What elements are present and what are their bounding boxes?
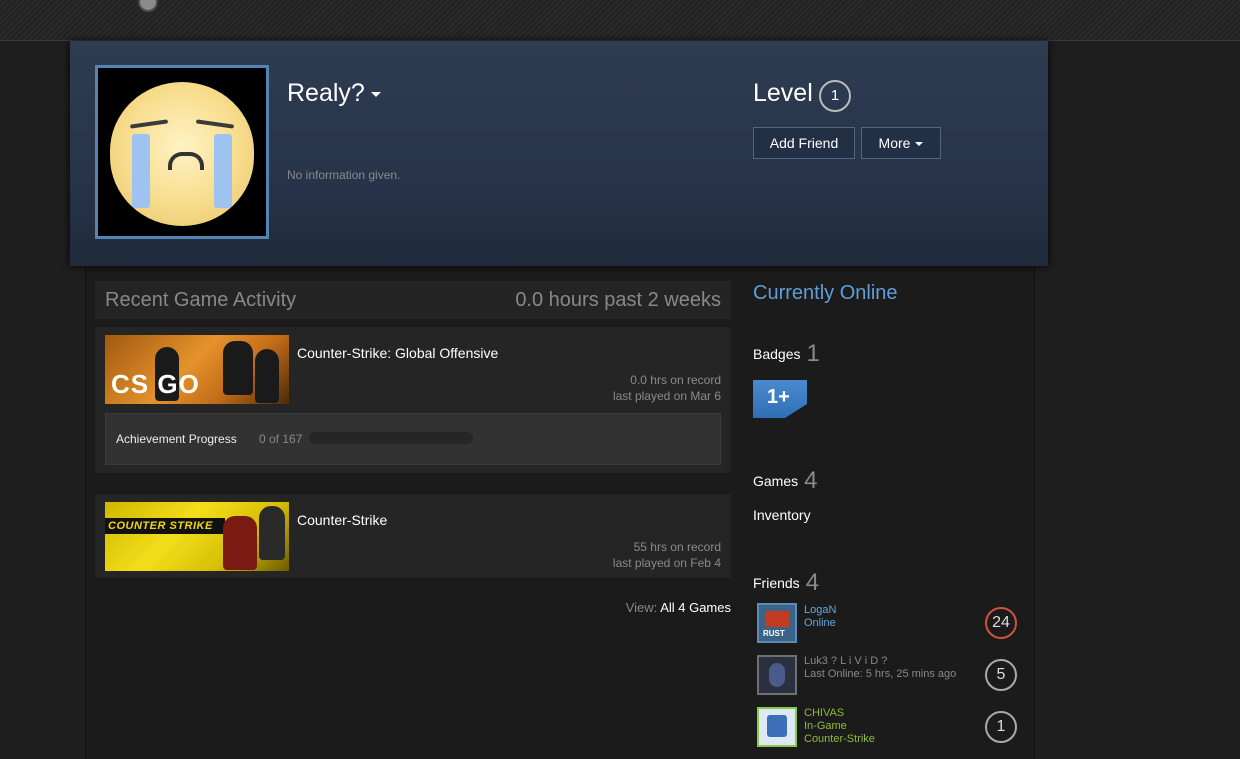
persona-name[interactable]: Realy?	[287, 79, 381, 108]
profile-summary: No information given.	[287, 168, 401, 182]
game-card-csgo: CS GO Counter-Strike: Global Offensive 0…	[95, 327, 731, 473]
badges-label: Badges	[753, 346, 801, 362]
friend-avatar[interactable]	[757, 707, 797, 747]
friend-avatar[interactable]	[757, 655, 797, 695]
friend-status: In-Game	[804, 720, 847, 732]
recent-activity-title: Recent Game Activity	[105, 289, 297, 311]
game-capsule-counter-strike[interactable]: COUNTER STRIKE	[105, 502, 289, 571]
top-bar	[0, 0, 1240, 41]
friend-name: LogaN	[804, 604, 837, 616]
game-capsule-csgo[interactable]: CS GO	[105, 335, 289, 404]
add-friend-button[interactable]: Add Friend	[753, 127, 855, 159]
badges-section[interactable]: Badges 1	[753, 340, 820, 368]
game-card-counter-strike: COUNTER STRIKE Counter-Strike 55 hrs on …	[95, 494, 731, 578]
last-played: last played on Mar 6	[612, 389, 721, 403]
inventory-link[interactable]: Inventory	[753, 507, 811, 523]
game-name[interactable]: Counter-Strike	[297, 512, 387, 528]
background-right	[1033, 41, 1240, 759]
all-games-link[interactable]: All 4 Games	[660, 600, 731, 615]
badge-icon[interactable]: 1+	[753, 380, 807, 418]
view-all-games: View: All 4 Games	[626, 600, 731, 615]
online-status: Currently Online	[753, 282, 898, 304]
achievement-label: Achievement Progress	[116, 432, 237, 446]
more-button[interactable]: More	[861, 127, 941, 159]
badges-count: 1	[806, 340, 820, 367]
friends-count: 4	[805, 569, 820, 596]
games-label: Games	[753, 473, 799, 489]
friend-entry[interactable]: CHIVAS In-Game Counter-Strike	[804, 707, 875, 746]
friends-label: Friends	[753, 575, 800, 591]
friend-name: Luk3 ? L i V i D ?	[804, 655, 888, 667]
level-badge[interactable]: 1	[819, 80, 851, 112]
hours-on-record: 55 hrs on record	[633, 540, 721, 554]
friend-entry[interactable]: Luk3 ? L i V i D ? Last Online: 5 hrs, 2…	[804, 655, 956, 681]
rust-avatar-text: RUST	[763, 629, 785, 638]
games-count: 4	[804, 467, 818, 494]
level-label: Level	[753, 79, 813, 107]
profile-header: Realy? No information given. Level 1 Add…	[70, 41, 1048, 266]
chevron-down-icon[interactable]	[370, 91, 381, 97]
friend-entry[interactable]: LogaN Online	[804, 604, 836, 630]
friends-section[interactable]: Friends 4	[753, 569, 819, 597]
counter-strike-logo-text: COUNTER STRIKE	[108, 520, 213, 532]
persona-name-text: Realy?	[287, 79, 365, 107]
crying-face-icon	[110, 82, 254, 226]
badge-text: 1+	[767, 386, 790, 408]
hours-on-record: 0.0 hrs on record	[630, 373, 721, 387]
view-label: View:	[625, 600, 658, 615]
friend-level: 24	[985, 607, 1017, 639]
menu-knob-icon[interactable]	[138, 0, 158, 12]
friend-status: Online	[804, 617, 836, 629]
recent-activity-hours: 0.0 hours past 2 weeks	[515, 289, 721, 311]
more-label: More	[878, 135, 911, 151]
last-played: last played on Feb 4	[612, 556, 721, 570]
friend-game: Counter-Strike	[804, 733, 875, 745]
friend-level: 1	[985, 711, 1017, 743]
friend-status: Last Online: 5 hrs, 25 mins ago	[804, 668, 957, 680]
csgo-logo-text: CS GO	[111, 369, 200, 399]
friend-level: 5	[985, 659, 1017, 691]
profile-avatar[interactable]	[95, 65, 269, 239]
recent-activity-header: Recent Game Activity 0.0 hours past 2 we…	[95, 281, 731, 319]
friend-avatar[interactable]: RUST	[757, 603, 797, 643]
game-name[interactable]: Counter-Strike: Global Offensive	[297, 345, 498, 361]
achievement-progress[interactable]: Achievement Progress 0 of 167	[105, 413, 721, 465]
games-section[interactable]: Games 4	[753, 467, 817, 495]
achievement-progress-bar	[309, 432, 473, 444]
achievement-count: 0 of 167	[259, 432, 303, 446]
add-friend-label: Add Friend	[769, 135, 839, 151]
chevron-down-icon	[915, 142, 924, 147]
friend-name: CHIVAS	[804, 707, 845, 719]
